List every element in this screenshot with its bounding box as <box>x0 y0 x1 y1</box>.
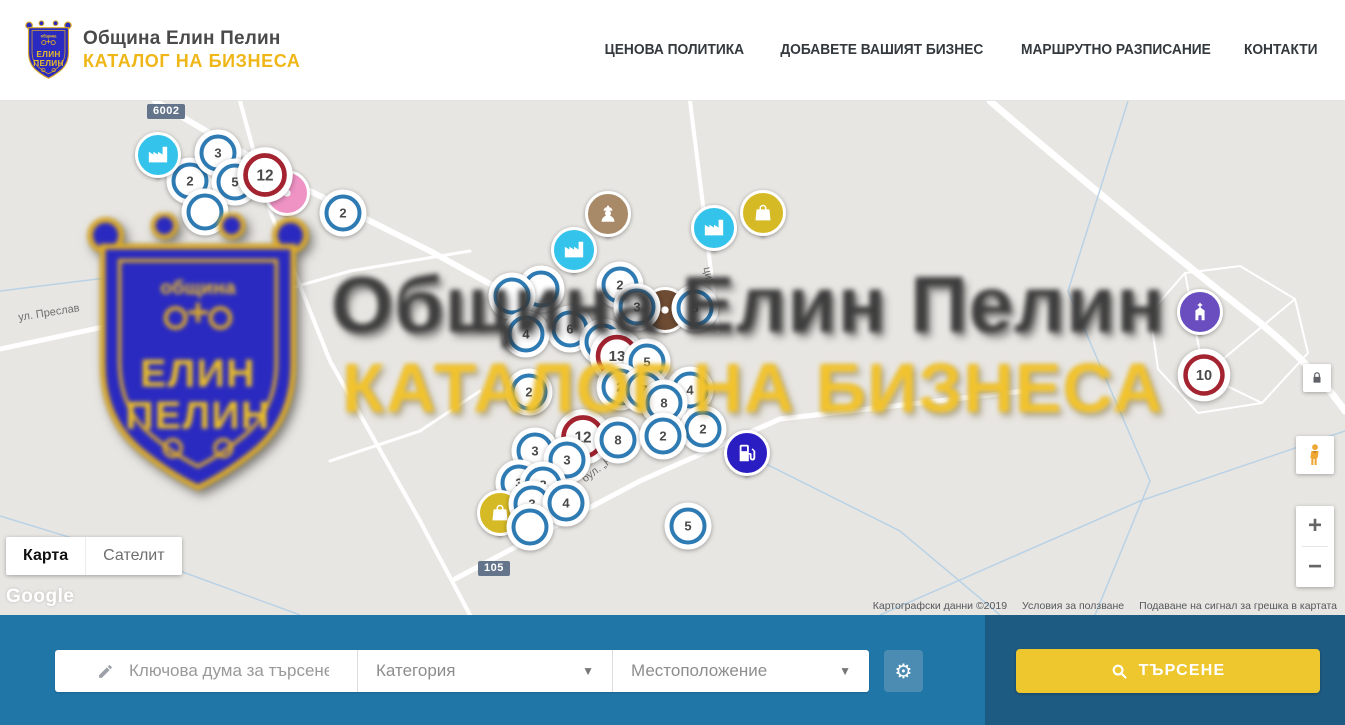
fullscreen-lock-button[interactable] <box>1303 364 1331 392</box>
search-bar: Категория ▼ Местоположение ▼ ⚙ ТЪРСЕНЕ <box>0 615 1345 725</box>
factory-pin-marker[interactable] <box>135 132 181 178</box>
cluster-marker[interactable]: 4 <box>503 311 550 358</box>
terms-of-use-link[interactable]: Условия за ползване <box>1022 600 1124 612</box>
logo-text: Община Елин Пелин КАТАЛОГ НА БИЗНЕСА <box>83 27 301 72</box>
cluster-count <box>494 278 531 315</box>
search-fields-group: Категория ▼ Местоположение ▼ <box>55 650 869 692</box>
cluster-marker[interactable]: 2 <box>506 369 553 416</box>
cluster-marker[interactable] <box>507 504 554 551</box>
keyword-search-input[interactable] <box>127 660 331 682</box>
cluster-marker[interactable]: 3 <box>614 284 661 331</box>
svg-text:ПЕЛИН: ПЕЛИН <box>33 59 63 68</box>
location-select[interactable]: Местоположение ▼ <box>612 650 869 692</box>
cluster-count: 4 <box>548 485 585 522</box>
main-nav: ЦЕНОВА ПОЛИТИКА ДОБАВЕТЕ ВАШИЯТ БИЗНЕС М… <box>601 42 1320 58</box>
nav-item-pricing[interactable]: ЦЕНОВА ПОЛИТИКА <box>605 42 744 58</box>
cluster-count: 12 <box>243 153 287 197</box>
cluster-marker[interactable]: 10 <box>1178 349 1231 402</box>
google-logo[interactable]: Google <box>6 586 74 608</box>
svg-text:община: община <box>41 34 58 39</box>
pegman-icon <box>1303 443 1327 467</box>
fuel-icon <box>724 430 770 476</box>
fuel-pin-marker[interactable] <box>724 430 770 476</box>
map-data-attribution: Картографски данни ©2019 <box>873 600 1007 612</box>
page: община ЕЛИН ПЕЛИН Община Елин Пелин КАТА… <box>0 0 1345 725</box>
location-select-label: Местоположение <box>631 661 767 681</box>
cluster-count: 5 <box>677 290 714 327</box>
chevron-down-icon: ▼ <box>582 664 594 678</box>
category-select-label: Категория <box>376 661 455 681</box>
factory-icon <box>551 227 597 273</box>
svg-text:ЕЛИН: ЕЛИН <box>36 50 60 59</box>
factory-pin-marker[interactable] <box>691 205 737 251</box>
zoom-control: + − <box>1296 506 1334 587</box>
map-canvas[interactable]: 6002 105 ул. Преслав бул. „Новосел ци“ 2… <box>0 101 1345 615</box>
map-markers-layer: 2351222356471352274821282333834510 <box>0 101 1345 615</box>
cluster-marker[interactable] <box>182 189 229 236</box>
zoom-out-button[interactable]: − <box>1296 547 1334 587</box>
search-button[interactable]: ТЪРСЕНЕ <box>1016 649 1320 693</box>
chevron-down-icon: ▼ <box>839 664 851 678</box>
cluster-count: 2 <box>325 195 362 232</box>
church-icon <box>1177 289 1223 335</box>
nav-item-route-schedule[interactable]: МАРШРУТНО РАЗПИСАНИЕ <box>1021 42 1211 58</box>
cluster-marker[interactable]: 2 <box>680 406 727 453</box>
cluster-marker[interactable]: 5 <box>672 285 719 332</box>
street-view-pegman-button[interactable] <box>1296 436 1334 474</box>
factory-icon <box>691 205 737 251</box>
cluster-count <box>512 509 549 546</box>
cluster-count: 5 <box>670 508 707 545</box>
cluster-count: 8 <box>600 422 637 459</box>
cluster-count: 3 <box>619 289 656 326</box>
cluster-count: 2 <box>685 411 722 448</box>
lock-icon <box>1310 371 1324 385</box>
factory-icon <box>135 132 181 178</box>
cluster-count: 4 <box>508 316 545 353</box>
map-type-map-button[interactable]: Карта <box>6 537 85 575</box>
cluster-marker[interactable]: 8 <box>595 417 642 464</box>
factory-pin-marker[interactable] <box>551 227 597 273</box>
zoom-in-button[interactable]: + <box>1296 506 1334 546</box>
nav-item-contacts[interactable]: КОНТАКТИ <box>1244 42 1318 58</box>
church-pin-marker[interactable] <box>1177 289 1223 335</box>
cluster-marker[interactable]: 2 <box>640 413 687 460</box>
map-attribution: Картографски данни ©2019 Условия за полз… <box>873 600 1337 612</box>
report-map-error-link[interactable]: Подаване на сигнал за грешка в картата <box>1139 600 1337 612</box>
search-button-label: ТЪРСЕНЕ <box>1139 662 1226 680</box>
logo-org-name: Община Елин Пелин <box>83 27 301 51</box>
municipality-crest-icon: община ЕЛИН ПЕЛИН <box>25 19 72 81</box>
gear-icon: ⚙ <box>895 659 913 683</box>
search-icon <box>1111 663 1128 680</box>
cluster-marker[interactable]: 2 <box>320 190 367 237</box>
bag-pin-marker[interactable] <box>740 190 786 236</box>
nav-item-add-business[interactable]: ДОБАВЕТЕ ВАШИЯТ БИЗНЕС <box>780 42 983 58</box>
cluster-count <box>187 194 224 231</box>
category-select[interactable]: Категория ▼ <box>357 650 612 692</box>
site-logo[interactable]: община ЕЛИН ПЕЛИН Община Елин Пелин КАТА… <box>25 19 301 81</box>
header: община ЕЛИН ПЕЛИН Община Елин Пелин КАТА… <box>0 0 1345 101</box>
cluster-count: 10 <box>1183 354 1224 395</box>
cluster-marker[interactable]: 5 <box>665 503 712 550</box>
cluster-marker[interactable]: 12 <box>237 147 292 202</box>
map-type-switcher: Карта Сателит <box>6 537 182 575</box>
advanced-search-button[interactable]: ⚙ <box>884 650 923 692</box>
cluster-count: 2 <box>511 374 548 411</box>
map-type-satellite-button[interactable]: Сателит <box>85 537 181 575</box>
bag-icon <box>740 190 786 236</box>
cluster-count: 2 <box>645 418 682 455</box>
pencil-icon <box>97 663 114 680</box>
keyword-field[interactable] <box>55 650 357 692</box>
logo-catalog-name: КАТАЛОГ НА БИЗНЕСА <box>83 51 301 73</box>
